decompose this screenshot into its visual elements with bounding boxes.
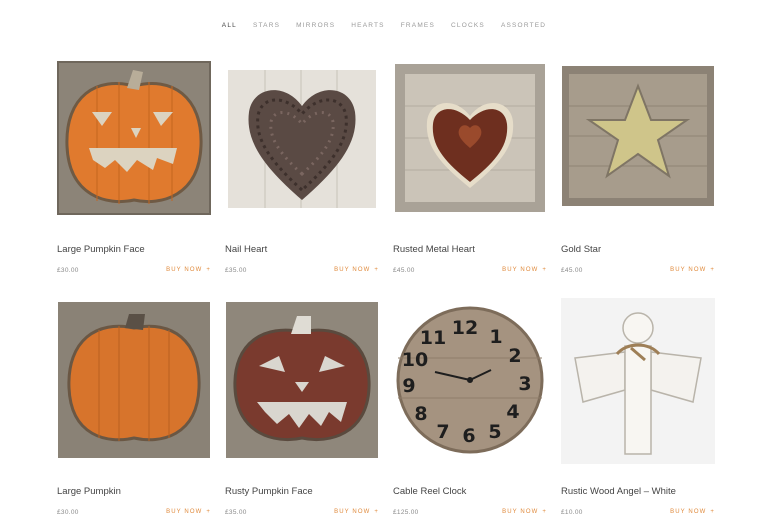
- clock-numeral: 12: [452, 317, 478, 339]
- product-name[interactable]: Gold Star: [561, 244, 601, 255]
- filter-stars[interactable]: STARS: [253, 22, 280, 29]
- product-card: Rusted Metal Heart £45.00 BUY NOW +: [393, 56, 547, 274]
- product-price: £30.00: [57, 509, 79, 516]
- product-card: Gold Star £45.00 BUY NOW +: [561, 56, 715, 274]
- product-image-cable-reel-clock[interactable]: 12 1 2 3 4 5 6 7 8 9 10 11: [393, 298, 547, 464]
- clock-numeral: 1: [489, 326, 502, 348]
- buy-now-button[interactable]: BUY NOW +: [334, 509, 379, 515]
- buy-now-label: BUY NOW: [670, 267, 707, 273]
- plus-icon: +: [206, 267, 211, 273]
- plus-icon: +: [374, 509, 379, 515]
- buy-now-button[interactable]: BUY NOW +: [334, 267, 379, 273]
- product-card: 12 1 2 3 4 5 6 7 8 9 10 11 Cable Reel Cl…: [393, 298, 547, 516]
- product-image-rustic-wood-angel[interactable]: [561, 298, 715, 464]
- plus-icon: +: [374, 267, 379, 273]
- product-name[interactable]: Rusty Pumpkin Face: [225, 486, 313, 497]
- product-card: Nail Heart £35.00 BUY NOW +: [225, 56, 379, 274]
- product-card: Large Pumpkin Face £30.00 BUY NOW +: [57, 56, 211, 274]
- product-price: £35.00: [225, 509, 247, 516]
- buy-now-button[interactable]: BUY NOW +: [502, 509, 547, 515]
- product-image-gold-star[interactable]: [561, 56, 715, 222]
- filter-all[interactable]: ALL: [222, 22, 237, 29]
- clock-numeral: 3: [518, 373, 531, 395]
- plus-icon: +: [710, 509, 715, 515]
- buy-now-button[interactable]: BUY NOW +: [502, 267, 547, 273]
- clock-numeral: 9: [402, 375, 415, 397]
- clock-numeral: 11: [420, 327, 446, 349]
- plus-icon: +: [206, 509, 211, 515]
- product-image-nail-heart[interactable]: [225, 56, 379, 222]
- clock-numeral: 10: [402, 349, 428, 371]
- product-price: £125.00: [393, 509, 419, 516]
- clock-numeral: 4: [506, 401, 519, 423]
- buy-now-button[interactable]: BUY NOW +: [670, 267, 715, 273]
- product-image-rusted-metal-heart[interactable]: [393, 56, 547, 222]
- buy-now-label: BUY NOW: [166, 267, 203, 273]
- product-name[interactable]: Large Pumpkin Face: [57, 244, 145, 255]
- product-name[interactable]: Cable Reel Clock: [393, 486, 466, 497]
- product-name[interactable]: Nail Heart: [225, 244, 267, 255]
- buy-now-button[interactable]: BUY NOW +: [166, 509, 211, 515]
- filter-frames[interactable]: FRAMES: [401, 22, 435, 29]
- buy-now-label: BUY NOW: [166, 509, 203, 515]
- product-price: £45.00: [561, 267, 583, 274]
- buy-now-label: BUY NOW: [670, 509, 707, 515]
- product-card: Large Pumpkin £30.00 BUY NOW +: [57, 298, 211, 516]
- clock-numeral: 8: [414, 403, 427, 425]
- plus-icon: +: [710, 267, 715, 273]
- product-price: £45.00: [393, 267, 415, 274]
- product-price: £30.00: [57, 267, 79, 274]
- filter-assorted[interactable]: ASSORTED: [501, 22, 546, 29]
- buy-now-button[interactable]: BUY NOW +: [670, 509, 715, 515]
- product-card: Rustic Wood Angel – White £10.00 BUY NOW…: [561, 298, 715, 516]
- clock-numeral: 6: [462, 425, 475, 447]
- product-card: Rusty Pumpkin Face £35.00 BUY NOW +: [225, 298, 379, 516]
- product-price: £10.00: [561, 509, 583, 516]
- plus-icon: +: [542, 509, 547, 515]
- product-name[interactable]: Large Pumpkin: [57, 486, 121, 497]
- product-image-large-pumpkin[interactable]: [57, 298, 211, 464]
- buy-now-label: BUY NOW: [334, 509, 371, 515]
- filter-hearts[interactable]: HEARTS: [351, 22, 384, 29]
- clock-numeral: 2: [508, 345, 521, 367]
- product-price: £35.00: [225, 267, 247, 274]
- clock-numeral: 5: [488, 421, 501, 443]
- product-image-rusty-pumpkin-face[interactable]: [225, 298, 379, 464]
- buy-now-label: BUY NOW: [502, 267, 539, 273]
- filter-mirrors[interactable]: MIRRORS: [296, 22, 335, 29]
- category-filter-bar: ALL STARS MIRRORS HEARTS FRAMES CLOCKS A…: [0, 22, 768, 29]
- buy-now-label: BUY NOW: [502, 509, 539, 515]
- buy-now-button[interactable]: BUY NOW +: [166, 267, 211, 273]
- product-name[interactable]: Rusted Metal Heart: [393, 244, 475, 255]
- buy-now-label: BUY NOW: [334, 267, 371, 273]
- plus-icon: +: [542, 267, 547, 273]
- filter-clocks[interactable]: CLOCKS: [451, 22, 485, 29]
- product-image-large-pumpkin-face[interactable]: [57, 56, 211, 222]
- product-name[interactable]: Rustic Wood Angel – White: [561, 486, 676, 497]
- clock-numeral: 7: [436, 421, 449, 443]
